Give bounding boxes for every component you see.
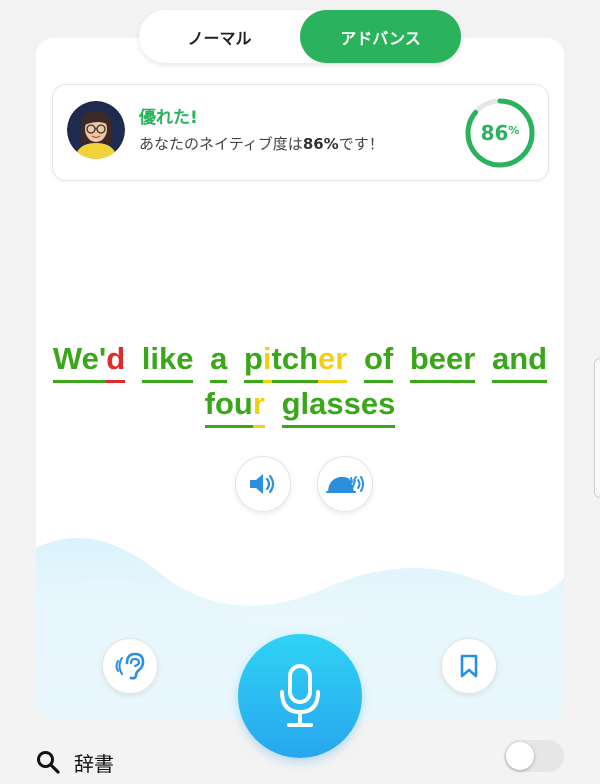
result-title: 優れた! — [139, 108, 198, 128]
sentence-word[interactable]: a — [210, 338, 228, 383]
sentence-word[interactable]: like — [141, 338, 194, 383]
bookmark-button[interactable] — [441, 638, 497, 694]
sentence-word-segment: a — [210, 338, 228, 383]
mode-switch: ノーマル アドバンス — [139, 10, 461, 63]
result-panel: 優れた! あなたのネイティブ度は86%です！ 86% — [52, 84, 549, 181]
score-number: 86 — [480, 121, 509, 145]
listen-button[interactable] — [102, 638, 158, 694]
sentence-word[interactable]: beer — [409, 338, 476, 383]
dictionary-label: 辞書 — [74, 751, 114, 776]
result-score-inline: 86% — [302, 135, 339, 153]
avatar — [67, 101, 125, 159]
result-message-suffix: です！ — [338, 135, 384, 153]
sentence-word[interactable]: We'd — [52, 338, 126, 383]
result-message: あなたのネイティブ度は86%です！ — [139, 133, 384, 154]
slow-audio-button[interactable] — [317, 456, 373, 512]
sentence-word-segment: We' — [52, 338, 107, 383]
sentence-word-segment: and — [491, 338, 548, 383]
sentence-word-segment: of — [363, 338, 394, 383]
result-message-prefix: あなたのネイティブ度は — [139, 135, 303, 153]
ear-icon — [115, 652, 145, 680]
toggle-knob — [506, 742, 534, 770]
tab-normal[interactable]: ノーマル — [139, 10, 300, 63]
sentence-word-segment: glasses — [281, 383, 396, 428]
sentence-word-segment: r — [252, 383, 265, 428]
practice-card: 優れた! あなたのネイティブ度は86%です！ 86% We'd like a p… — [36, 38, 564, 720]
sentence-line-1: We'd like a pitcher of beer and — [36, 338, 564, 383]
sentence-word[interactable]: four — [204, 383, 265, 428]
score-unit: % — [508, 123, 520, 137]
sentence-line-2: four glasses — [36, 383, 564, 428]
sentence-word-segment: tch — [271, 338, 319, 383]
sentence-word[interactable]: glasses — [281, 383, 396, 428]
sentence-word-segment: p — [243, 338, 263, 383]
play-audio-button[interactable] — [235, 456, 291, 512]
sentence-word[interactable]: pitcher — [243, 338, 348, 383]
record-button[interactable] — [238, 634, 362, 758]
sentence-word-segment: beer — [409, 338, 476, 383]
snail-icon — [326, 476, 364, 493]
dictionary-row[interactable]: 辞書 — [36, 744, 114, 780]
sentence-word[interactable]: of — [363, 338, 394, 383]
practice-sentence: We'd like a pitcher of beer and four gla… — [36, 338, 564, 428]
microphone-icon — [280, 664, 320, 727]
sentence-word-segment: like — [141, 338, 194, 383]
sentence-word-segment: i — [262, 338, 272, 383]
speaker-icon — [250, 474, 275, 494]
bookmark-icon — [460, 654, 478, 678]
sentence-word-segment: fou — [204, 383, 253, 428]
sentence-word-segment: er — [318, 338, 348, 383]
search-icon — [37, 751, 60, 774]
side-edge-handle[interactable] — [594, 358, 600, 498]
tab-advance[interactable]: アドバンス — [300, 10, 461, 63]
sentence-word-segment: d — [106, 338, 126, 383]
dictionary-toggle[interactable] — [504, 740, 564, 772]
score-value: 86% — [464, 97, 536, 169]
sentence-word[interactable]: and — [491, 338, 548, 383]
